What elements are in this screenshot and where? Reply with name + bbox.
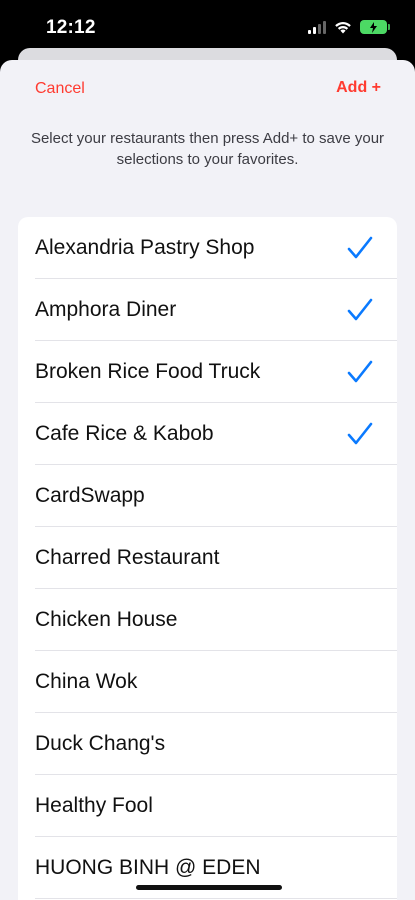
restaurant-name: Cafe Rice & Kabob: [35, 422, 214, 445]
checkmark-icon: [347, 360, 373, 383]
restaurant-name: Chicken House: [35, 608, 178, 631]
restaurant-name: Broken Rice Food Truck: [35, 360, 261, 383]
restaurant-row[interactable]: Amphora Diner: [18, 279, 397, 341]
restaurant-name: Duck Chang's: [35, 732, 166, 755]
cancel-button[interactable]: Cancel: [35, 80, 85, 98]
add-button[interactable]: Add +: [336, 79, 381, 97]
restaurant-name: Amphora Diner: [35, 298, 177, 321]
restaurant-row[interactable]: Duck Chang's: [18, 713, 397, 775]
restaurant-name: HUONG BINH @ EDEN: [35, 856, 261, 879]
restaurant-row[interactable]: Chicken House: [18, 589, 397, 651]
restaurant-name: CardSwapp: [35, 484, 145, 507]
restaurant-list: Alexandria Pastry Shop Amphora Diner Broke…: [18, 217, 397, 900]
status-icons: [308, 20, 390, 34]
restaurant-name: Charred Restaurant: [35, 546, 220, 569]
restaurant-name: Healthy Fool: [35, 794, 153, 817]
restaurant-row[interactable]: CardSwapp: [18, 465, 397, 527]
battery-charging-icon: [360, 20, 390, 34]
sheet-nav-bar: Cancel Add +: [0, 60, 415, 116]
checkmark-icon: [347, 236, 373, 259]
instructions-text: Select your restaurants then press Add+ …: [30, 130, 385, 168]
home-indicator: [136, 885, 282, 890]
cellular-signal-icon: [308, 20, 326, 34]
restaurant-name: Alexandria Pastry Shop: [35, 236, 255, 259]
restaurant-row[interactable]: China Wok: [18, 651, 397, 713]
restaurant-row[interactable]: Healthy Fool: [18, 775, 397, 837]
restaurant-row[interactable]: Charred Restaurant: [18, 527, 397, 589]
restaurant-row[interactable]: Broken Rice Food Truck: [18, 341, 397, 403]
checkmark-icon: [347, 298, 373, 321]
restaurant-picker-sheet: Cancel Add + Select your restaurants the…: [0, 60, 415, 900]
checkmark-icon: [347, 422, 373, 445]
restaurant-row[interactable]: Cafe Rice & Kabob: [18, 403, 397, 465]
restaurant-row[interactable]: Alexandria Pastry Shop: [18, 217, 397, 279]
wifi-icon: [335, 21, 351, 33]
restaurant-name: China Wok: [35, 670, 138, 693]
status-time: 12:12: [46, 17, 96, 38]
